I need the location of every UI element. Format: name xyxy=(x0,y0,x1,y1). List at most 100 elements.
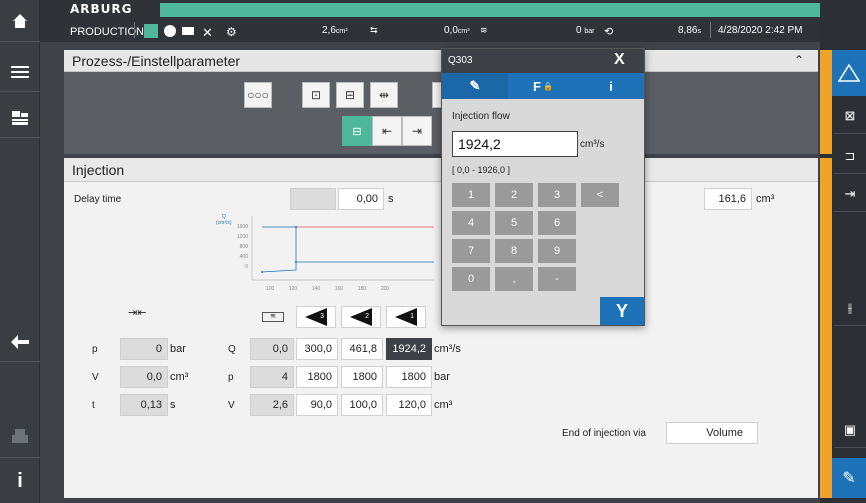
stage-base-field[interactable]: 2,6 xyxy=(250,394,294,416)
key-4[interactable]: 4 xyxy=(452,211,490,235)
injection-icon: ≋ xyxy=(480,25,488,35)
left-rail: i xyxy=(0,0,40,503)
stage-2-pressure-field[interactable]: 1800 xyxy=(341,366,383,388)
injection-profile-chart: Q (cm³/s) 160012008004000 100 120 140 160 18… xyxy=(216,214,434,292)
stage-base-field[interactable]: 4 xyxy=(250,366,294,388)
dosing-volume-field[interactable]: 161,6 xyxy=(704,188,752,210)
row-label: Q xyxy=(228,344,236,355)
key-0[interactable]: 0 xyxy=(452,267,490,291)
stage-1-pressure-field[interactable]: 1800 xyxy=(386,366,432,388)
field-label: Injection flow xyxy=(452,111,510,122)
motor-icon: ⚙ xyxy=(226,25,237,39)
machine-state-icon xyxy=(144,24,158,38)
tab-info[interactable]: i xyxy=(578,73,644,99)
chart-x-tick: 200 xyxy=(381,286,390,292)
overview-button[interactable]: ○○○ xyxy=(244,82,272,108)
key-8[interactable]: 8 xyxy=(495,239,533,263)
tab-edit[interactable]: ✎ xyxy=(442,73,508,99)
stage-3-button[interactable]: 3 xyxy=(296,306,336,328)
delay-time-field[interactable]: 0,00 xyxy=(338,188,384,210)
holding-pressure-button[interactable]: ⇤ xyxy=(372,116,402,146)
row-label: V xyxy=(92,372,99,383)
volume2-readout: 0,0cm³ xyxy=(444,25,470,36)
stage-1-volume-field[interactable]: 120,0 xyxy=(386,394,432,416)
injection-unit-icon[interactable]: ⊐ xyxy=(834,138,866,174)
stage-2-button[interactable]: 2 xyxy=(341,306,381,328)
close-button[interactable]: X xyxy=(614,51,625,69)
mold-icon[interactable]: ⊠ xyxy=(834,98,866,134)
stage-3-volume-field[interactable]: 90,0 xyxy=(296,394,338,416)
value-unit: cm³/s xyxy=(580,139,605,150)
print-icon[interactable] xyxy=(0,412,40,458)
flow-profile-line xyxy=(261,226,297,273)
key-backspace[interactable]: < xyxy=(581,183,619,207)
switchover-pressure-field[interactable]: 0 xyxy=(120,338,168,360)
stage-2-flow-field[interactable]: 461,8 xyxy=(341,338,383,360)
key-6[interactable]: 6 xyxy=(538,211,576,235)
tab-access-label: F xyxy=(533,78,541,94)
edit-icon[interactable]: ✎ xyxy=(832,458,866,498)
key-minus[interactable]: - xyxy=(538,267,576,291)
key-2[interactable]: 2 xyxy=(495,183,533,207)
screw-profile-icon: ≋ xyxy=(262,312,284,322)
chart-y-tick: 0 xyxy=(245,264,248,270)
mold-open-button[interactable]: ⊟ xyxy=(336,82,364,108)
ejector-icon[interactable]: ⇥ xyxy=(834,176,866,212)
quality-icon[interactable] xyxy=(832,50,866,96)
key-7[interactable]: 7 xyxy=(452,239,490,263)
status-bar: ARBURG PRODUCTION ✕ ⚙ 2,6cm³ ⇆ 0,0cm³ ≋ … xyxy=(40,0,820,42)
record-icon xyxy=(164,25,176,37)
info-icon[interactable]: i xyxy=(0,460,40,503)
key-1[interactable]: 1 xyxy=(452,183,490,207)
status-strip xyxy=(160,3,820,17)
stage-number: 2 xyxy=(365,313,369,320)
stage-base-field[interactable]: 0,0 xyxy=(250,338,294,360)
stage-1-button[interactable]: 1 xyxy=(386,306,426,328)
key-5[interactable]: 5 xyxy=(495,211,533,235)
tab-access[interactable]: F 🔒 xyxy=(510,73,576,99)
stage-3-flow-field[interactable]: 300,0 xyxy=(296,338,338,360)
row-label: V xyxy=(228,400,235,411)
value-input[interactable]: 1924,2 xyxy=(452,131,578,157)
delay-toggle[interactable] xyxy=(290,188,336,210)
key-9[interactable]: 9 xyxy=(538,239,576,263)
mold-close-button[interactable]: ⊡ xyxy=(302,82,330,108)
stage-number: 3 xyxy=(320,313,324,320)
menu-icon[interactable] xyxy=(0,52,40,92)
stage-3-pressure-field[interactable]: 1800 xyxy=(296,366,338,388)
switchover-volume-field[interactable]: 0,0 xyxy=(120,366,168,388)
chart-x-tick: 160 xyxy=(335,286,344,292)
key-3[interactable]: 3 xyxy=(538,183,576,207)
unit: cm³/s xyxy=(434,343,461,355)
key-comma[interactable]: , xyxy=(495,267,533,291)
save-icon[interactable]: ▣ xyxy=(834,412,866,448)
divider xyxy=(710,22,711,38)
tab-info-label: i xyxy=(609,78,613,94)
chart-y-tick: 1600 xyxy=(237,224,248,230)
injection-mode-active-button[interactable]: ⊟ xyxy=(342,116,372,146)
datetime: 4/28/2020 2:42 PM xyxy=(718,25,803,36)
back-arrow-icon[interactable] xyxy=(0,322,40,362)
numeric-input-dialog: Q303 X ✎ F 🔒 i Injection flow 1924,2 cm³/… xyxy=(441,48,645,326)
dialog-header: Q303 X xyxy=(442,49,644,73)
unit: cm³ xyxy=(170,371,189,383)
expand-collapse-icon[interactable]: ⌃ xyxy=(794,53,804,67)
home-icon[interactable] xyxy=(0,0,40,42)
ejector-button[interactable]: ⇹ xyxy=(370,82,398,108)
chart-x-tick: 140 xyxy=(312,286,321,292)
confirm-button[interactable]: Y xyxy=(600,297,644,325)
end-of-injection-select[interactable]: Volume xyxy=(666,422,758,444)
machine-overview-icon[interactable] xyxy=(0,98,40,138)
divider xyxy=(134,22,135,38)
chart-x-tick: 180 xyxy=(358,286,367,292)
dosing-button[interactable]: ⇥ xyxy=(402,116,432,146)
cycle-time-readout: 8,86s xyxy=(678,25,701,36)
stage-2-volume-field[interactable]: 100,0 xyxy=(341,394,383,416)
dosing-volume-unit: cm³ xyxy=(756,193,775,205)
chart-x-tick: 120 xyxy=(289,286,298,292)
delay-time-label: Delay time xyxy=(74,194,122,205)
switchover-time-field[interactable]: 0,13 xyxy=(120,394,168,416)
core-pull-icon[interactable]: ⫲ xyxy=(834,290,866,326)
heating-off-icon: ✕ xyxy=(202,25,213,40)
stage-1-flow-field-selected[interactable]: 1924,2 xyxy=(386,338,432,360)
